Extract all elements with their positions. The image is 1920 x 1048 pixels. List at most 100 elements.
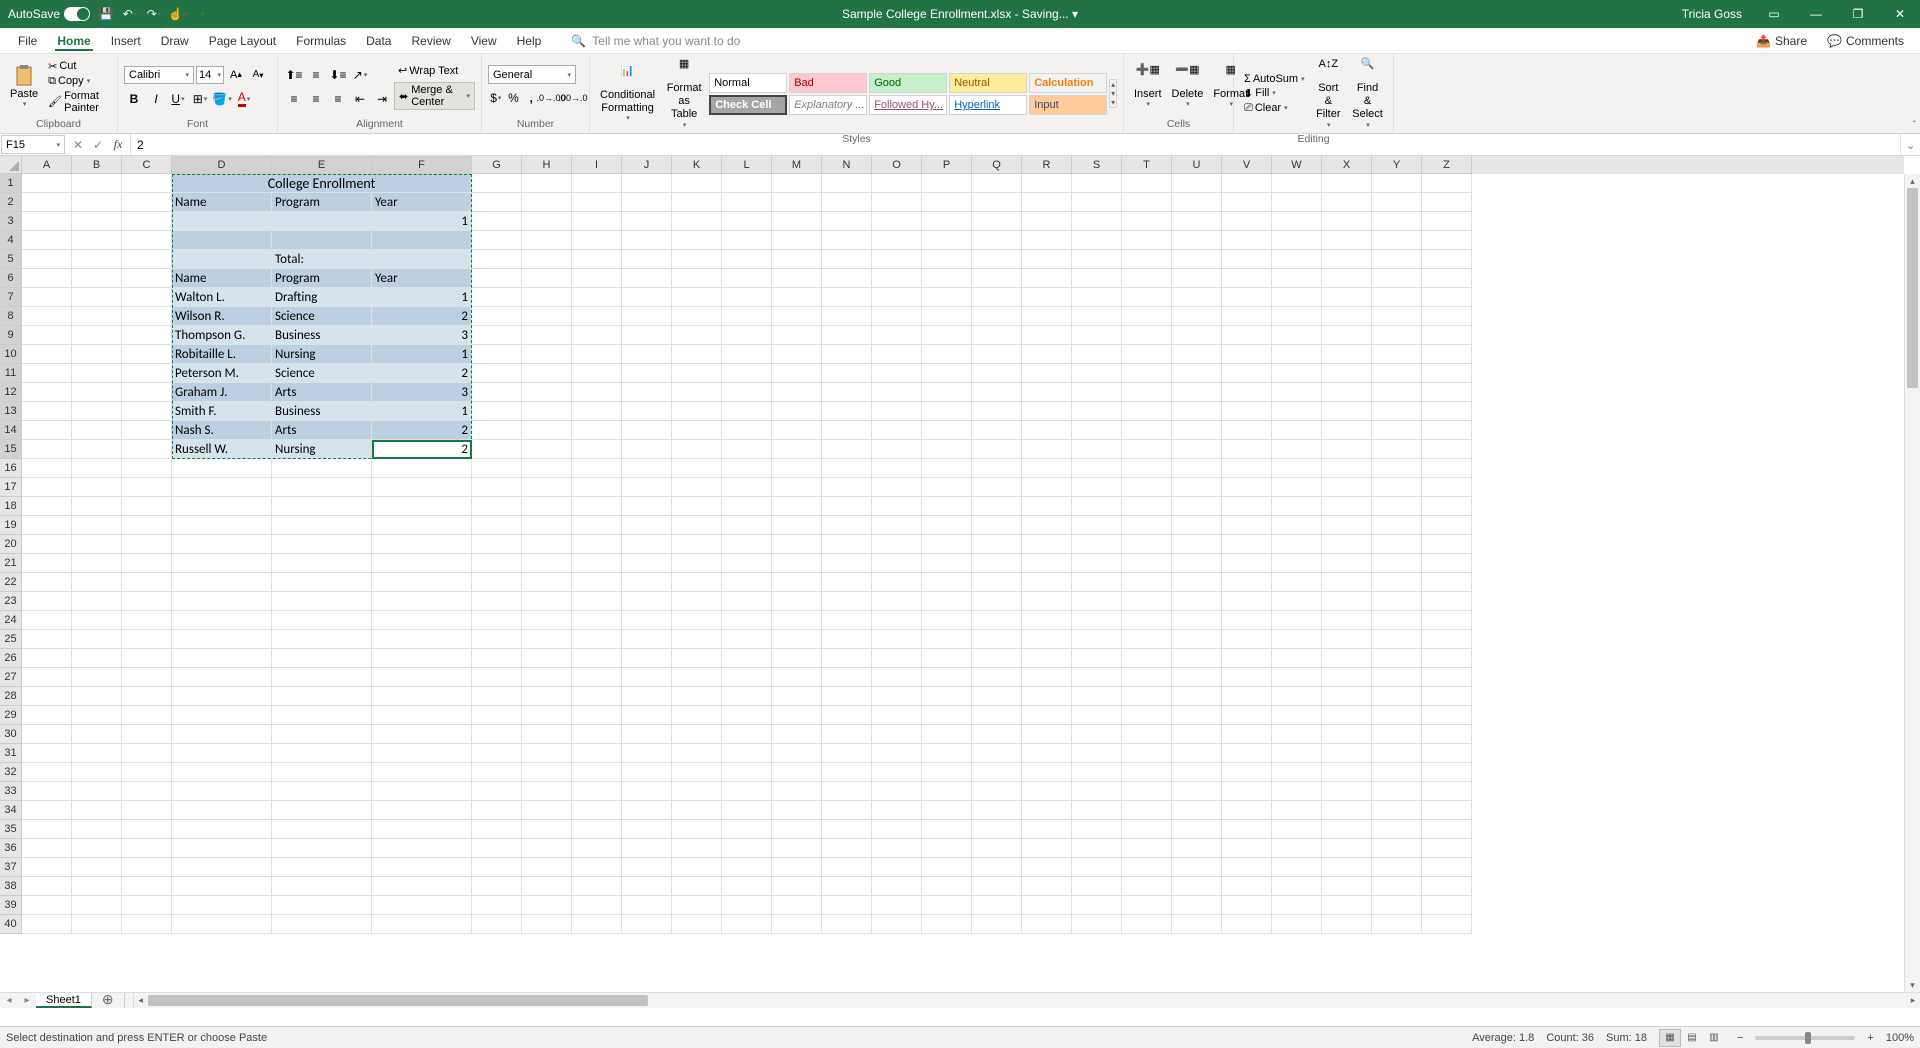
cell[interactable] [1222, 725, 1272, 744]
cell[interactable] [172, 820, 272, 839]
cell[interactable] [922, 573, 972, 592]
cell[interactable] [1272, 193, 1322, 212]
cell[interactable] [872, 269, 922, 288]
cell[interactable] [772, 877, 822, 896]
cell[interactable] [572, 668, 622, 687]
cell[interactable] [622, 516, 672, 535]
cell[interactable] [1422, 193, 1472, 212]
cell[interactable] [922, 782, 972, 801]
cell[interactable] [1272, 497, 1322, 516]
cell[interactable] [72, 250, 122, 269]
ribbon-display-icon[interactable]: ▭ [1754, 0, 1794, 28]
cell[interactable]: 1 [372, 288, 472, 307]
row-header[interactable]: 23 [0, 592, 22, 611]
cell[interactable] [1422, 174, 1472, 193]
cell[interactable] [1222, 668, 1272, 687]
cell[interactable] [522, 801, 572, 820]
style-followed-hyperlink[interactable]: Followed Hy... [869, 95, 947, 115]
row-header[interactable]: 11 [0, 364, 22, 383]
cell[interactable] [1272, 573, 1322, 592]
cell[interactable] [922, 402, 972, 421]
cell[interactable] [22, 763, 72, 782]
cell[interactable] [872, 782, 922, 801]
font-name-combo[interactable]: Calibri▾ [124, 66, 194, 84]
cell[interactable] [1422, 839, 1472, 858]
cell[interactable] [772, 440, 822, 459]
cell[interactable] [1372, 877, 1422, 896]
row-header[interactable]: 24 [0, 611, 22, 630]
column-header[interactable]: S [1072, 156, 1122, 174]
cell[interactable] [22, 364, 72, 383]
cell[interactable] [722, 383, 772, 402]
cell[interactable] [1272, 877, 1322, 896]
cell[interactable] [1322, 174, 1372, 193]
cell[interactable] [1022, 269, 1072, 288]
cell[interactable] [1122, 630, 1172, 649]
cell[interactable] [822, 459, 872, 478]
cell[interactable] [122, 535, 172, 554]
cell[interactable] [922, 250, 972, 269]
cell[interactable] [722, 364, 772, 383]
cell[interactable] [522, 896, 572, 915]
cell[interactable] [1272, 212, 1322, 231]
cell[interactable] [122, 630, 172, 649]
cell[interactable] [1272, 801, 1322, 820]
cell[interactable] [1172, 915, 1222, 934]
cell[interactable] [522, 592, 572, 611]
cell[interactable] [522, 763, 572, 782]
cell[interactable] [1322, 554, 1372, 573]
cell[interactable] [1272, 896, 1322, 915]
cell[interactable] [972, 364, 1022, 383]
cell[interactable] [272, 630, 372, 649]
italic-icon[interactable]: I [146, 89, 166, 109]
cell[interactable] [922, 649, 972, 668]
cell[interactable] [1072, 725, 1122, 744]
fx-icon[interactable]: fx [110, 137, 126, 152]
cell[interactable] [1172, 782, 1222, 801]
cell[interactable] [972, 573, 1022, 592]
cell[interactable] [122, 782, 172, 801]
cell[interactable] [172, 668, 272, 687]
cell[interactable] [522, 174, 572, 193]
cell[interactable] [522, 611, 572, 630]
cell[interactable] [522, 421, 572, 440]
cell[interactable] [22, 915, 72, 934]
collapse-ribbon-icon[interactable]: ˆ [1913, 120, 1916, 131]
cell[interactable] [172, 649, 272, 668]
cell[interactable]: Business [272, 326, 372, 345]
cell[interactable] [1122, 801, 1172, 820]
cell[interactable]: Russell W. [172, 440, 272, 459]
cell[interactable] [522, 915, 572, 934]
cell[interactable] [922, 421, 972, 440]
cell[interactable] [1222, 212, 1272, 231]
cell[interactable] [722, 459, 772, 478]
cell[interactable] [1072, 744, 1122, 763]
row-header[interactable]: 17 [0, 478, 22, 497]
cell[interactable] [172, 896, 272, 915]
cell[interactable] [1272, 478, 1322, 497]
cell[interactable] [972, 269, 1022, 288]
cell[interactable] [72, 269, 122, 288]
cell[interactable] [22, 440, 72, 459]
cell[interactable] [1272, 269, 1322, 288]
cell[interactable] [1222, 649, 1272, 668]
cell[interactable] [872, 535, 922, 554]
cell[interactable] [522, 782, 572, 801]
cell[interactable] [1022, 212, 1072, 231]
tab-help[interactable]: Help [507, 28, 552, 53]
cell[interactable] [772, 554, 822, 573]
cell[interactable] [1172, 231, 1222, 250]
style-good[interactable]: Good [869, 73, 947, 93]
column-header[interactable]: E [272, 156, 372, 174]
tab-formulas[interactable]: Formulas [286, 28, 356, 53]
cell[interactable] [722, 896, 772, 915]
cell[interactable] [1272, 231, 1322, 250]
row-header[interactable]: 14 [0, 421, 22, 440]
cell[interactable] [1422, 402, 1472, 421]
cell[interactable] [1072, 383, 1122, 402]
cell[interactable] [1172, 877, 1222, 896]
cell[interactable] [1022, 231, 1072, 250]
cell[interactable] [772, 402, 822, 421]
cell[interactable] [1322, 535, 1372, 554]
cell[interactable] [1172, 345, 1222, 364]
